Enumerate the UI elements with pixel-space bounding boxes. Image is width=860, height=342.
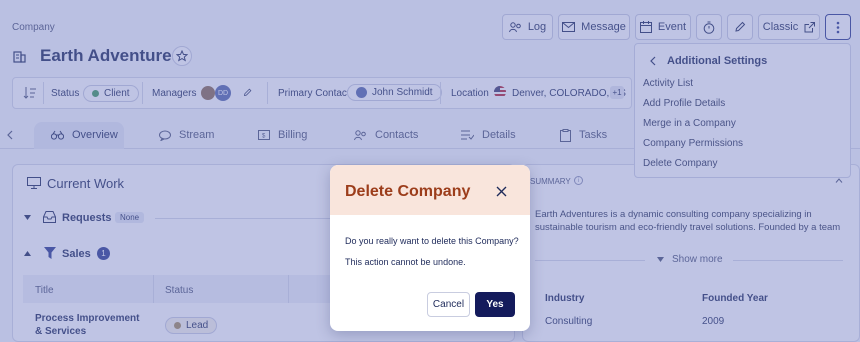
confirm-yes-button[interactable]: Yes [475,292,515,317]
delete-company-dialog: Delete Company Do you really want to del… [330,165,530,331]
dialog-title: Delete Company [345,183,471,200]
dialog-warning: This action cannot be undone. [345,257,466,267]
close-icon[interactable] [496,186,507,197]
dialog-question: Do you really want to delete this Compan… [345,236,519,246]
dialog-header: Delete Company [330,165,530,215]
cancel-button[interactable]: Cancel [427,292,470,317]
